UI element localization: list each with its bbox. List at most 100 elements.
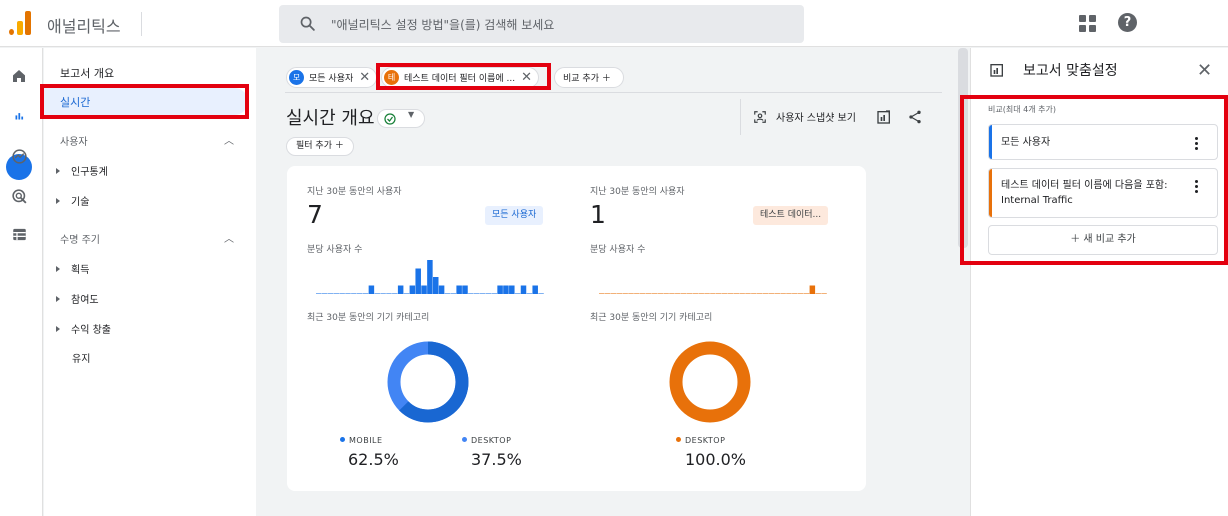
advertising-icon[interactable] [9, 186, 29, 206]
share-icon[interactable] [907, 109, 923, 125]
nav-item-demographics[interactable]: 인구통계 [56, 163, 108, 178]
configure-icon[interactable] [9, 224, 29, 244]
highlight-box-test-chip [376, 63, 551, 90]
minute-bar [485, 293, 492, 294]
users-caption-left: 지난 30분 동안의 사용자 [307, 187, 402, 197]
home-icon[interactable] [9, 66, 29, 86]
minute-bar [473, 293, 480, 294]
close-icon[interactable]: ✕ [1197, 60, 1212, 81]
reports-icon[interactable] [9, 106, 29, 126]
check-circle-icon [384, 113, 396, 125]
caret-right-icon [56, 168, 60, 174]
apps-grid-icon[interactable] [1079, 15, 1097, 33]
segment-badge-left: 모든 사용자 [485, 206, 544, 225]
minute-bar [610, 293, 617, 294]
minute-bar [745, 293, 751, 294]
status-dropdown[interactable]: ▼ [377, 109, 425, 128]
minute-bar [374, 293, 380, 294]
legend-desktop-right: DESKTOP [676, 436, 725, 445]
minute-bar [327, 293, 334, 294]
add-filter-chip[interactable]: 필터 추가 ＋ [286, 137, 354, 156]
analytics-logo-icon[interactable] [9, 11, 33, 35]
top-app-bar: 애널리틱스 "애널리틱스 설정 방법"을(를) 검색해 보세요 ? [0, 0, 1228, 47]
minute-bar [433, 277, 439, 294]
users-caption-right: 지난 30분 동안의 사용자 [590, 187, 685, 197]
dropdown-arrow-icon: ▼ [408, 110, 415, 119]
minute-bar [604, 293, 611, 294]
minute-bar [497, 285, 503, 294]
highlight-box-comparisons [960, 95, 1228, 265]
minute-bar [634, 293, 640, 294]
help-icon[interactable]: ? [1118, 13, 1137, 32]
minute-bar [657, 293, 663, 294]
close-icon[interactable]: ✕ [359, 70, 370, 85]
nav-section-lifecycle[interactable]: 수명 주기 [60, 231, 100, 246]
nav-item-label: 인구통계 [71, 167, 108, 178]
user-snapshot-link[interactable]: 사용자 스냅샷 보기 [776, 109, 856, 124]
minute-bar [675, 293, 681, 294]
legend-desktop-left: DESKTOP [462, 436, 511, 445]
minute-bar [333, 293, 340, 294]
device-caption-left: 최근 30분 동안의 기기 카테고리 [307, 313, 430, 323]
minute-bar [628, 293, 634, 294]
minute-bar [710, 293, 716, 294]
minute-bar [356, 293, 363, 294]
minute-bar [680, 293, 687, 294]
nav-item-label: 수익 창출 [71, 325, 111, 336]
minute-bar [774, 293, 780, 294]
minute-bar [368, 285, 375, 294]
comparison-chip-all-users[interactable]: 모 모든 사용자 ✕ [286, 67, 378, 88]
minute-bar [768, 293, 775, 294]
toolbar-separator [740, 99, 741, 135]
caret-right-icon [56, 326, 60, 332]
minute-bar [686, 293, 693, 294]
caret-right-icon [56, 296, 60, 302]
minute-bar [786, 293, 792, 294]
minute-bar [704, 293, 710, 294]
minute-bar [415, 268, 421, 294]
nav-section-users[interactable]: 사용자 [60, 133, 88, 148]
minute-bar [479, 293, 486, 294]
per-minute-chart-left [316, 260, 544, 294]
minute-bar [462, 285, 468, 294]
search-input[interactable]: "애널리틱스 설정 방법"을(를) 검색해 보세요 [279, 5, 804, 43]
legend-value-mobile: 62.5% [348, 450, 399, 469]
minute-bar [669, 293, 675, 294]
minute-bar [520, 285, 527, 294]
device-caption-right: 최근 30분 동안의 기기 카테고리 [590, 313, 713, 323]
search-icon [300, 16, 315, 31]
device-donut-right [669, 341, 751, 423]
minute-bar [809, 285, 816, 294]
nav-item-tech[interactable]: 기술 [56, 193, 89, 208]
minute-bar [721, 293, 728, 294]
minute-bar [645, 293, 652, 294]
minute-bar [733, 293, 740, 294]
customize-report-icon[interactable] [876, 109, 892, 125]
nav-item-acquisition[interactable]: 획득 [56, 261, 89, 276]
chevron-up-icon[interactable]: ︿ [224, 132, 234, 147]
minute-bar [345, 293, 351, 294]
minute-bar [663, 293, 669, 294]
user-snapshot-icon[interactable] [753, 110, 767, 124]
minute-bar [444, 293, 451, 294]
minute-bar [456, 285, 462, 294]
nav-reports-overview[interactable]: 보고서 개요 [60, 65, 114, 81]
minute-bar [351, 293, 357, 294]
app-title[interactable]: 애널리틱스 [47, 13, 121, 37]
minute-bar [438, 285, 445, 294]
chevron-up-icon[interactable]: ︿ [224, 230, 234, 245]
nav-item-retention[interactable]: 유지 [72, 350, 90, 365]
legend-label: MOBILE [349, 436, 383, 445]
realtime-summary-card: 지난 30분 동안의 사용자 7 모든 사용자 분당 사용자 수 최근 30분 … [287, 166, 866, 491]
minute-bar [316, 293, 322, 294]
nav-item-engagement[interactable]: 참여도 [56, 291, 99, 306]
explore-icon[interactable] [9, 146, 29, 166]
minute-bar [803, 293, 810, 294]
minute-bar [815, 293, 821, 294]
customize-report-icon [990, 63, 1003, 77]
minute-bar [692, 293, 699, 294]
minute-bar [409, 285, 416, 294]
minute-bar [362, 293, 369, 294]
add-comparison-chip[interactable]: 비교 추가 ＋ [554, 67, 624, 88]
nav-item-monetization[interactable]: 수익 창출 [56, 321, 111, 336]
